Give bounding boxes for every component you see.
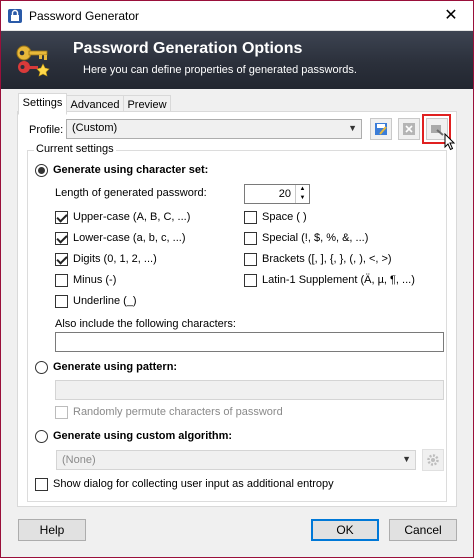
help-button[interactable]: Help	[18, 519, 86, 541]
lowercase-label: Lower-case (a, b, c, ...)	[73, 232, 186, 244]
minus-checkbox[interactable]	[55, 274, 68, 287]
uppercase-checkbox[interactable]	[55, 211, 68, 224]
length-value: 20	[278, 188, 291, 200]
length-spinner[interactable]: 20 ▲ ▼	[244, 184, 310, 204]
algorithm-select[interactable]: (None) ▼	[56, 450, 416, 470]
save-profile-button[interactable]	[370, 118, 392, 140]
special-label: Special (!, $, %, &, ...)	[262, 232, 369, 244]
algorithm-value: (None)	[62, 454, 96, 466]
digits-label: Digits (0, 1, 2, ...)	[73, 253, 157, 265]
entropy-label: Show dialog for collecting user input as…	[53, 478, 334, 490]
gear-icon	[427, 454, 439, 466]
digits-checkbox[interactable]	[55, 253, 68, 266]
current-settings-legend: Current settings	[34, 143, 116, 155]
close-button[interactable]: ✕	[429, 1, 473, 31]
length-label: Length of generated password:	[55, 187, 207, 199]
keepass-lock-icon	[8, 9, 22, 23]
pattern-radio[interactable]	[35, 361, 48, 374]
latin1-label: Latin-1 Supplement (Ä, µ, ¶, ...)	[262, 274, 415, 286]
delete-icon	[403, 123, 415, 135]
include-chars-input[interactable]	[55, 332, 444, 352]
title-bar: Password Generator ✕	[1, 1, 473, 31]
chevron-down-icon: ▼	[402, 454, 411, 464]
brackets-checkbox[interactable]	[244, 253, 257, 266]
spin-arrows-icon[interactable]: ▲ ▼	[295, 185, 309, 203]
chevron-down-icon: ▼	[348, 123, 357, 133]
profile-label: Profile:	[29, 124, 64, 136]
minus-label: Minus (-)	[73, 274, 117, 286]
password-generator-window: Password Generator ✕ Password Generation…	[0, 0, 474, 558]
uppercase-label: Upper-case (A, B, C, ...)	[73, 211, 191, 223]
key-generate-icon	[16, 45, 50, 77]
pattern-label: Generate using pattern:	[53, 361, 178, 373]
delete-profile-button[interactable]	[398, 118, 420, 140]
save-edit-icon	[375, 123, 387, 135]
settings-panel: Profile: (Custom) ▼ Current settings Gen…	[17, 111, 457, 507]
brackets-label: Brackets ([, ], {, }, (, ), <, >)	[262, 253, 392, 265]
latin1-checkbox[interactable]	[244, 274, 257, 287]
mouse-cursor-icon	[444, 133, 456, 151]
lowercase-checkbox[interactable]	[55, 232, 68, 245]
entropy-checkbox[interactable]	[35, 478, 48, 491]
pattern-input[interactable]	[55, 380, 444, 400]
special-checkbox[interactable]	[244, 232, 257, 245]
profile-value: (Custom)	[72, 122, 118, 134]
banner-title: Password Generation Options	[73, 40, 303, 57]
algorithm-radio[interactable]	[35, 430, 48, 443]
profile-select[interactable]: (Custom) ▼	[66, 119, 362, 139]
charset-radio[interactable]	[35, 164, 48, 177]
space-checkbox[interactable]	[244, 211, 257, 224]
charset-label: Generate using character set:	[53, 164, 209, 176]
cancel-button[interactable]: Cancel	[389, 519, 457, 541]
header-banner: Password Generation Options Here you can…	[1, 31, 473, 89]
permute-label: Randomly permute characters of password	[73, 406, 283, 418]
space-label: Space ( )	[262, 211, 307, 223]
tab-settings[interactable]: Settings	[18, 93, 67, 115]
permute-checkbox[interactable]	[55, 406, 68, 419]
algorithm-label: Generate using custom algorithm:	[53, 430, 233, 442]
include-chars-label: Also include the following characters:	[55, 318, 236, 330]
window-title: Password Generator	[29, 9, 140, 23]
underline-checkbox[interactable]	[55, 295, 68, 308]
ok-button[interactable]: OK	[311, 519, 379, 541]
algorithm-options-button[interactable]	[422, 449, 444, 471]
banner-subtitle: Here you can define properties of genera…	[83, 64, 357, 76]
underline-label: Underline (_)	[73, 295, 137, 307]
